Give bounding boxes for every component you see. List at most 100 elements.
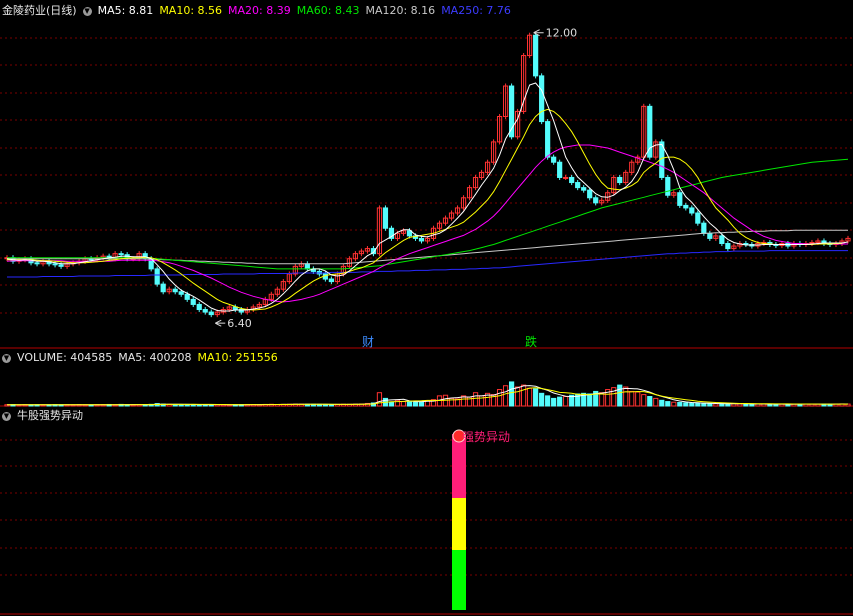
volume-bar	[689, 402, 695, 407]
volume-bar	[418, 401, 425, 407]
volume-ma10-line	[7, 387, 848, 406]
volume-bar	[527, 387, 533, 407]
volume-bar	[406, 401, 413, 407]
low-marker-arrow	[215, 319, 226, 327]
candle-body	[557, 161, 563, 178]
candle-body	[563, 176, 569, 179]
volume-bar	[599, 392, 605, 407]
candle-body	[202, 309, 208, 313]
candle-body	[551, 156, 557, 163]
candle-body	[581, 187, 587, 191]
candle-body	[382, 207, 389, 229]
volume-bar	[647, 396, 653, 407]
volume-toggle-icon[interactable]: ▼	[2, 353, 11, 363]
ma5-line	[6, 82, 849, 312]
candle-body	[190, 298, 196, 305]
volume-bar	[641, 394, 647, 407]
ma10-line	[7, 108, 842, 311]
event-marker-finance: 财	[362, 335, 374, 349]
volume-ma5-line	[7, 385, 848, 406]
candle-body	[118, 253, 124, 256]
candle-body	[172, 288, 178, 293]
candle-body	[58, 264, 64, 267]
candle-body	[683, 204, 689, 209]
ma120-legend: MA120: 8.16	[365, 4, 436, 17]
volume-legend: VOLUME: 404585	[17, 351, 113, 364]
ma250-line	[7, 250, 848, 278]
signal-label: 强势异动	[462, 430, 510, 444]
candle-body	[533, 34, 539, 77]
volume-bar	[701, 403, 707, 407]
volume-bar	[695, 402, 701, 407]
volume-bar	[563, 396, 569, 407]
candle-body	[208, 311, 214, 316]
ma20-line	[6, 144, 848, 303]
volume-ma10-legend: MA10: 251556	[197, 351, 278, 364]
candle-body	[575, 182, 581, 189]
candle-body	[647, 105, 653, 158]
price-header: 金陵药业(日线) ▼ MA5: 8.81 MA10: 8.56 MA20: 8.39 MA…	[2, 3, 517, 19]
volume-bar	[539, 392, 545, 407]
volume-bar	[587, 393, 593, 407]
ma20-legend: MA20: 8.39	[228, 4, 291, 17]
volume-bar	[521, 384, 527, 407]
indicator-title: 牛股强势异动	[17, 409, 83, 422]
volume-bar	[665, 401, 671, 407]
signal-bar-bottom	[452, 550, 466, 610]
candle-body	[304, 263, 310, 270]
volume-bar	[707, 403, 713, 407]
volume-bar	[617, 384, 623, 407]
indicator-toggle-icon[interactable]: ▼	[2, 411, 11, 421]
volume-bar	[635, 391, 641, 407]
candle-body	[689, 207, 695, 214]
candle-body	[725, 242, 731, 250]
volume-bar	[472, 392, 479, 407]
candle-body	[160, 283, 166, 293]
candle-body	[707, 232, 713, 239]
volume-bar	[412, 401, 419, 407]
volume-bar	[683, 402, 689, 407]
volume-bar	[713, 403, 719, 407]
volume-bar	[388, 401, 395, 407]
candle-body	[178, 291, 184, 295]
high-price-label: 12.00	[546, 27, 578, 40]
candle-body	[418, 237, 425, 242]
volume-bar	[508, 381, 515, 407]
candle-body	[34, 262, 40, 265]
candle-body	[154, 268, 160, 285]
chart-canvas: 12.00 6.40 财 跌强势异动	[0, 27, 853, 615]
ma5-legend: MA5: 8.81	[97, 4, 154, 17]
volume-bar	[671, 401, 677, 407]
candle-body	[184, 293, 190, 300]
candle-body	[196, 303, 202, 311]
volume-ma5-legend: MA5: 400208	[118, 351, 192, 364]
candle-body	[328, 278, 334, 283]
candle-body	[569, 176, 575, 184]
low-price-label: 6.40	[227, 317, 252, 330]
candle-body	[617, 176, 623, 184]
volume-bar	[515, 386, 521, 407]
signal-bar-middle	[452, 498, 466, 550]
stock-name: 金陵药业(日线)	[2, 4, 77, 17]
candle-body	[587, 189, 593, 199]
volume-bar	[653, 397, 659, 407]
event-marker-drop: 跌	[525, 334, 537, 349]
volume-bar	[551, 397, 557, 407]
candle-body	[593, 197, 599, 204]
indicator-header: ▼ 牛股强势异动	[2, 408, 89, 424]
ma10-legend: MA10: 8.56	[159, 4, 223, 17]
candle-body	[677, 192, 683, 206]
volume-bar	[557, 396, 563, 407]
settings-toggle-icon[interactable]: ▼	[82, 6, 92, 16]
volume-bar	[533, 388, 539, 407]
volume-header: ▼ VOLUME: 404585 MA5: 400208 MA10: 251556	[2, 350, 284, 366]
candle-body	[665, 176, 671, 196]
ma250-legend: MA250: 7.76	[441, 4, 511, 17]
volume-bar	[545, 395, 551, 407]
candle-body	[701, 222, 707, 234]
ma60-legend: MA60: 8.43	[296, 4, 360, 17]
volume-bar	[659, 399, 665, 407]
candle-body	[52, 263, 58, 266]
candle-body	[539, 75, 545, 123]
volume-bar	[629, 390, 635, 407]
